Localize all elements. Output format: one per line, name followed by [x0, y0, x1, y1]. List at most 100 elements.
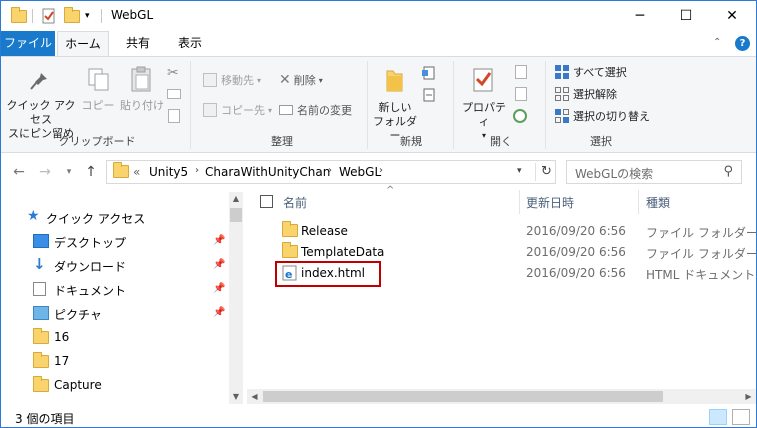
select-all-button[interactable]: すべて選択: [555, 63, 627, 81]
select-all-icon: [555, 65, 569, 79]
breadcrumb-unity5[interactable]: Unity5: [149, 165, 188, 179]
column-header-date[interactable]: 更新日時: [526, 194, 574, 211]
folder-icon: [282, 221, 298, 237]
navigation-pane: ★ クイック アクセス デスクトップ 📌 ↓ ダウンロード 📌 ドキュメント 📌…: [1, 192, 245, 404]
breadcrumb-charawithunitychan[interactable]: CharaWithUnityChan: [205, 165, 330, 179]
pin-icon: [29, 67, 53, 96]
folder-icon: [33, 352, 49, 368]
scroll-thumb[interactable]: [230, 208, 242, 222]
expand-ribbon-icon[interactable]: ⌃: [713, 37, 721, 48]
ribbon: クイック アクセス スにピン留め コピー 貼り付け ✂ クリップボード 移動先 ▾…: [1, 56, 756, 153]
easy-access-icon[interactable]: [421, 87, 437, 106]
tab-view[interactable]: 表示: [166, 31, 214, 56]
scroll-down-icon[interactable]: ▼: [229, 390, 243, 404]
search-icon[interactable]: ⚲: [723, 164, 733, 179]
breadcrumb-separator-icon[interactable]: ›: [195, 165, 199, 176]
table-row[interactable]: TemplateData 2016/09/20 6:56 ファイル フォルダー: [247, 242, 756, 262]
folder-icon: [11, 6, 27, 24]
nav-item-desktop[interactable]: デスクトップ 📌: [1, 230, 229, 252]
rename-button[interactable]: 名前の変更: [279, 101, 352, 119]
new-item-icon[interactable]: [421, 65, 437, 84]
documents-icon: [33, 282, 46, 296]
select-none-button[interactable]: 選択解除: [555, 85, 617, 103]
scroll-left-icon[interactable]: ◀: [247, 389, 262, 404]
tab-home[interactable]: ホーム: [57, 31, 109, 56]
address-bar[interactable]: « Unity5 › CharaWithUnityChan › WebGL › …: [106, 160, 556, 184]
nav-scrollbar[interactable]: ▲ ▼: [229, 192, 243, 404]
horizontal-scrollbar[interactable]: ◀ ▶: [247, 389, 756, 404]
nav-item-capture[interactable]: Capture: [1, 374, 229, 396]
copy-button[interactable]: コピー: [81, 99, 115, 113]
breadcrumb-separator-icon[interactable]: ›: [328, 165, 332, 176]
back-arrow-icon[interactable]: ←: [9, 162, 29, 182]
new-folder-icon: [382, 67, 408, 96]
breadcrumb-overflow[interactable]: «: [133, 165, 140, 179]
nav-item-quick-access[interactable]: ★ クイック アクセス: [1, 206, 229, 228]
cut-icon[interactable]: ✂: [167, 65, 179, 81]
nav-item-folder-16[interactable]: 16: [1, 326, 229, 348]
history-icon[interactable]: [513, 109, 527, 123]
column-header-name[interactable]: 名前: [283, 194, 307, 211]
forward-arrow-icon[interactable]: →: [35, 162, 55, 182]
pin-icon[interactable]: 📌: [213, 307, 225, 319]
highlight-box: [275, 261, 381, 287]
refresh-icon[interactable]: ↻: [541, 164, 552, 179]
pin-icon[interactable]: 📌: [213, 235, 225, 247]
address-dropdown-icon[interactable]: ▾: [517, 166, 522, 176]
table-row[interactable]: Release 2016/09/20 6:56 ファイル フォルダー: [247, 221, 756, 241]
title-bar: ▾ WebGL ─ ☐ ✕: [1, 1, 756, 31]
nav-item-documents[interactable]: ドキュメント 📌: [1, 278, 229, 300]
open-group-label: 開く: [490, 135, 512, 148]
customize-quick-access-icon[interactable]: ▾: [85, 8, 90, 24]
help-icon[interactable]: ?: [735, 36, 750, 51]
star-icon: ★: [27, 208, 40, 224]
clipboard-group-label: クリップボード: [58, 135, 136, 148]
copy-path-icon[interactable]: [167, 89, 181, 99]
paste-icon: [129, 65, 155, 96]
scroll-thumb[interactable]: [263, 391, 663, 402]
pin-icon[interactable]: 📌: [213, 259, 225, 271]
scroll-right-icon[interactable]: ▶: [741, 389, 756, 404]
invert-selection-button[interactable]: 選択の切り替え: [555, 107, 650, 125]
tab-file[interactable]: ファイル: [1, 31, 55, 56]
pin-icon[interactable]: 📌: [213, 283, 225, 295]
folder-icon: [33, 376, 49, 392]
window-title: WebGL: [111, 8, 154, 22]
rename-icon: [279, 105, 293, 115]
breadcrumb-separator-icon[interactable]: ›: [379, 165, 383, 176]
close-button[interactable]: ✕: [709, 1, 755, 31]
up-arrow-icon[interactable]: ↑: [81, 162, 101, 182]
tab-share[interactable]: 共有: [114, 31, 162, 56]
search-box[interactable]: WebGLの検索 ⚲: [566, 160, 742, 184]
nav-item-folder-17[interactable]: 17: [1, 350, 229, 372]
select-all-checkbox[interactable]: [260, 195, 273, 208]
organize-group-label: 整理: [271, 135, 293, 148]
move-to-button[interactable]: 移動先 ▾: [203, 71, 261, 89]
minimize-button[interactable]: ─: [617, 1, 663, 31]
properties-icon: [471, 67, 497, 98]
properties-quick-icon[interactable]: [41, 8, 57, 24]
paste-button[interactable]: 貼り付け: [119, 99, 165, 113]
column-header-type[interactable]: 種類: [646, 194, 670, 211]
large-icons-view-icon[interactable]: [732, 409, 750, 425]
scroll-up-icon[interactable]: ▲: [229, 192, 243, 206]
open-icon[interactable]: [515, 65, 527, 79]
nav-item-pictures[interactable]: ピクチャ 📌: [1, 302, 229, 324]
address-folder-icon: [113, 162, 129, 178]
move-to-icon: [203, 73, 217, 87]
select-none-icon: [555, 87, 569, 101]
new-folder-quick-icon[interactable]: [64, 6, 80, 24]
copy-to-icon: [203, 103, 217, 117]
search-input[interactable]: WebGLの検索: [575, 165, 653, 182]
maximize-button[interactable]: ☐: [663, 1, 709, 31]
delete-button[interactable]: ✕ 削除 ▾: [279, 71, 323, 89]
paste-shortcut-icon[interactable]: [168, 109, 180, 123]
delete-x-icon: ✕: [279, 72, 291, 88]
nav-item-downloads[interactable]: ↓ ダウンロード 📌: [1, 254, 229, 276]
recent-locations-icon[interactable]: ▾: [59, 162, 79, 182]
details-view-icon[interactable]: [709, 409, 727, 425]
copy-to-button[interactable]: コピー先 ▾: [203, 101, 272, 119]
breadcrumb-webgl[interactable]: WebGL: [339, 165, 381, 179]
edit-icon[interactable]: [515, 87, 527, 101]
select-group-label: 選択: [590, 135, 612, 148]
